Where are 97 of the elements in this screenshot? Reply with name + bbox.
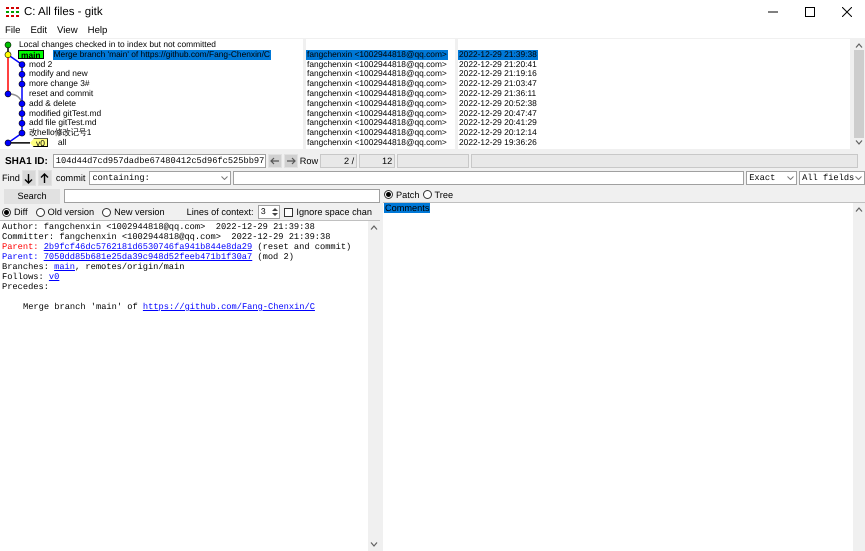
- row-count-field: 12: [359, 154, 396, 168]
- commit-subject[interactable]: mod 2: [28, 60, 54, 70]
- diff-mode-option[interactable]: Old version: [36, 207, 94, 217]
- chevron-down-icon: [221, 176, 228, 180]
- detail-text: , remotes/origin/main: [74, 262, 184, 272]
- close-icon: [842, 7, 852, 17]
- detail-text: (reset and commit): [257, 242, 352, 252]
- back-button[interactable]: [268, 154, 282, 168]
- view-option[interactable]: Patch: [384, 190, 420, 200]
- detail-label: Author:: [2, 222, 38, 232]
- scroll-down-button[interactable]: [370, 542, 378, 547]
- commit-date[interactable]: 2022-12-29 19:36:26: [458, 138, 538, 148]
- detail-label: Branches:: [2, 262, 49, 272]
- scroll-up-button[interactable]: [855, 43, 863, 48]
- search-field[interactable]: [64, 189, 380, 203]
- detail-label: Committer:: [2, 232, 54, 242]
- commit-date[interactable]: 2022-12-29 21:03:47: [458, 79, 538, 89]
- window-title: C: All files - gitk: [24, 6, 104, 18]
- commit-subject[interactable]: add & delete: [28, 98, 78, 109]
- scrollbar[interactable]: [368, 221, 380, 551]
- commit-date[interactable]: 2022-12-29 21:20:41: [458, 60, 538, 70]
- commit-link[interactable]: 2b9fcf46dc5762181d6530746fa941b844e8da29: [44, 242, 252, 252]
- commit-message: Merge branch 'main' of: [23, 302, 138, 312]
- menu-item[interactable]: Edit: [28, 24, 52, 38]
- detail-text: fangchenxin <1002944818@qq.com> 2022-12-29 21:39:38: [44, 222, 315, 232]
- find-mode-dropdown[interactable]: containing:: [89, 171, 232, 185]
- scroll-down-button[interactable]: [855, 140, 863, 145]
- diff-mode-option[interactable]: New version: [102, 207, 165, 217]
- detail-label: Parent:: [2, 252, 38, 262]
- ignore-space-checkbox[interactable]: Ignore space chan: [284, 207, 372, 217]
- spin-arrows-icon[interactable]: [272, 207, 278, 217]
- scroll-up-button[interactable]: [370, 225, 378, 230]
- commit-date[interactable]: 2022-12-29 21:36:11: [458, 88, 538, 99]
- tag-label: v0: [30, 138, 48, 148]
- commit-date[interactable]: 2022-12-29 20:52:38: [458, 98, 538, 109]
- menu-item[interactable]: File: [3, 24, 24, 38]
- row-label: Row: [300, 156, 318, 166]
- commit-subject[interactable]: all: [56, 138, 68, 148]
- commit-date[interactable]: 2022-12-29 21:39:38: [458, 50, 538, 60]
- maximize-icon: [804, 7, 814, 17]
- menu-item[interactable]: View: [55, 24, 82, 38]
- commit-subject[interactable]: modified gitTest.md: [28, 108, 102, 118]
- commit-subject[interactable]: modify and new: [28, 69, 89, 80]
- commit-link[interactable]: 7050dd85b681e25da39c948d52feeb471b1f30a7: [44, 252, 252, 262]
- scrollbar[interactable]: [853, 203, 865, 551]
- row-field: 2 /: [320, 154, 358, 168]
- file-list-item[interactable]: Comments: [384, 203, 430, 213]
- detail-text: fangchenxin <1002944818@qq.com> 2022-12-29 21:39:38: [59, 232, 330, 242]
- commit-subject[interactable]: reset and commit: [28, 88, 94, 99]
- detail-label: Follows:: [2, 272, 44, 282]
- commit-author[interactable]: fangchenxin <1002944818@qq.com>: [306, 138, 448, 148]
- scroll-up-button[interactable]: [855, 207, 863, 212]
- branch-label: main: [18, 50, 44, 60]
- forward-button[interactable]: [284, 154, 298, 168]
- commit-date[interactable]: 2022-12-29 20:41:29: [458, 118, 538, 128]
- commit-link[interactable]: main: [54, 262, 75, 272]
- commit-author[interactable]: fangchenxin <1002944818@qq.com>: [306, 128, 448, 138]
- find-next-button[interactable]: [22, 170, 36, 186]
- commit-subject[interactable]: Merge branch 'main' of https://github.com/Fang-Chenxin/C: [52, 50, 271, 60]
- detail-label: Parent:: [2, 242, 38, 252]
- sha1-label: SHA1 ID:: [5, 156, 48, 166]
- match-dropdown[interactable]: Exact: [746, 171, 798, 185]
- commit-date[interactable]: 2022-12-29 20:47:47: [458, 108, 538, 118]
- commit-subject[interactable]: 改hello修改记号1: [28, 128, 92, 138]
- commit-subject[interactable]: more change 3#: [28, 79, 91, 89]
- detail-label: Precedes:: [2, 282, 49, 292]
- commit-author[interactable]: fangchenxin <1002944818@qq.com>: [306, 79, 448, 89]
- detail-text: (mod 2): [257, 252, 294, 262]
- find-type-label: commit: [56, 173, 86, 183]
- chevron-down-icon: [855, 176, 862, 180]
- chevron-down-icon: [787, 176, 794, 180]
- find-previous-button[interactable]: [38, 170, 52, 186]
- commit-author[interactable]: fangchenxin <1002944818@qq.com>: [306, 118, 448, 128]
- commit-author[interactable]: fangchenxin <1002944818@qq.com>: [306, 50, 448, 60]
- commit-author[interactable]: fangchenxin <1002944818@qq.com>: [306, 88, 448, 99]
- commit-link[interactable]: v0: [48, 272, 60, 282]
- view-option[interactable]: Tree: [422, 190, 454, 200]
- commit-author[interactable]: fangchenxin <1002944818@qq.com>: [306, 69, 448, 80]
- diff-mode-option[interactable]: Diff: [2, 207, 28, 217]
- find-label: Find: [2, 173, 20, 183]
- context-label: Lines of context:: [186, 207, 254, 217]
- scrollbar-thumb[interactable]: [854, 50, 864, 138]
- commit-author[interactable]: fangchenxin <1002944818@qq.com>: [306, 108, 448, 118]
- find-field[interactable]: [233, 171, 744, 185]
- context-spinbox[interactable]: 3: [258, 205, 280, 219]
- commit-date[interactable]: 2022-12-29 21:19:16: [458, 69, 538, 80]
- search-button[interactable]: Search: [4, 188, 60, 204]
- url-link[interactable]: https://github.com/Fang-Chenxin/C: [142, 302, 315, 312]
- app-icon: [6, 7, 20, 17]
- sha1-field[interactable]: 104d44d7cd957dadbe67480412c5d96fc525bb97: [52, 154, 266, 168]
- commit-date[interactable]: 2022-12-29 20:12:14: [458, 128, 538, 138]
- commit-subject[interactable]: add file gitTest.md: [28, 118, 98, 128]
- menu-item[interactable]: Help: [86, 24, 112, 38]
- commit-subject[interactable]: Local changes checked in to index but not committed: [18, 40, 217, 50]
- commit-author[interactable]: fangchenxin <1002944818@qq.com>: [306, 60, 448, 70]
- commit-author[interactable]: fangchenxin <1002944818@qq.com>: [306, 98, 448, 109]
- fields-dropdown[interactable]: All fields: [799, 171, 865, 185]
